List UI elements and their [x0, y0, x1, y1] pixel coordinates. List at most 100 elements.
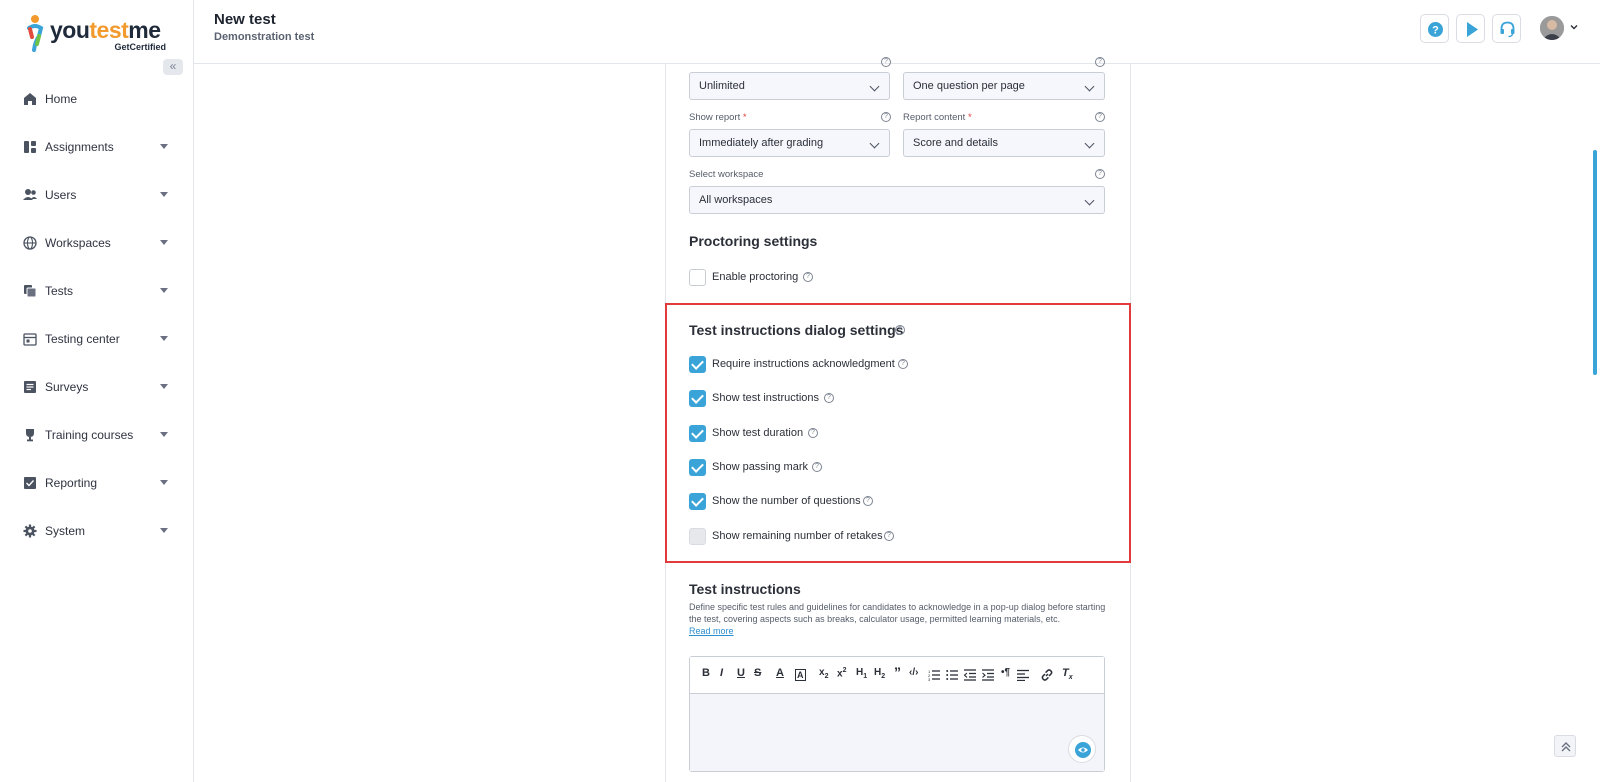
help-tooltip-icon[interactable]: ?	[824, 393, 834, 403]
rich-text-editor[interactable]: B I U S A A x2 x2 H1 H2 ” ‹/› 123 •¶ Tx	[689, 656, 1105, 772]
start-test-button[interactable]	[1456, 14, 1485, 43]
report-content-select[interactable]: Score and details	[903, 129, 1105, 157]
sidebar-item-users[interactable]: Users	[0, 171, 194, 219]
home-icon	[24, 93, 36, 105]
top-right-select[interactable]: One question per page	[903, 72, 1105, 100]
show-test-duration-checkbox[interactable]	[689, 425, 706, 442]
underline-icon[interactable]: U	[737, 667, 745, 679]
indent-icon[interactable]	[982, 669, 994, 681]
heading2-icon[interactable]: H2	[874, 667, 885, 680]
show-passing-mark-checkbox[interactable]	[689, 459, 706, 476]
sidebar-item-reporting[interactable]: Reporting	[0, 459, 194, 507]
editor-content-area[interactable]	[690, 694, 1104, 771]
require-acknowledgment-label: Require instructions acknowledgment	[712, 358, 895, 370]
chevron-down-icon	[160, 288, 168, 293]
play-icon	[1467, 22, 1478, 37]
link-icon[interactable]	[1040, 668, 1054, 682]
chevron-down-icon	[160, 192, 168, 197]
align-left-icon[interactable]	[1017, 669, 1029, 681]
show-test-instructions-checkbox[interactable]	[689, 390, 706, 407]
help-tooltip-icon[interactable]: ?	[1095, 57, 1105, 67]
subscript-icon[interactable]: x2	[819, 667, 828, 680]
ordered-list-icon[interactable]: 123	[928, 669, 940, 681]
sidebar-item-label: System	[45, 524, 86, 538]
help-tooltip-icon[interactable]: ?	[812, 462, 822, 472]
show-passing-mark-label: Show passing mark	[712, 461, 808, 473]
sidebar-item-surveys[interactable]: Surveys	[0, 363, 194, 411]
sidebar-item-workspaces[interactable]: Workspaces	[0, 219, 194, 267]
text-direction-icon[interactable]: •¶	[1001, 667, 1010, 678]
read-more-link[interactable]: Read more	[689, 626, 734, 636]
top-left-select[interactable]: Unlimited	[689, 72, 890, 100]
code-icon[interactable]: ‹/›	[909, 667, 918, 678]
sidebar-item-assignments[interactable]: Assignments	[0, 123, 194, 171]
page-scrollbar[interactable]	[1593, 150, 1597, 375]
font-color-icon[interactable]: A	[776, 667, 784, 679]
superscript-icon[interactable]: x2	[837, 667, 846, 679]
calendar-icon	[23, 333, 37, 346]
highlight-color-icon[interactable]: A	[795, 669, 806, 681]
sidebar-item-system[interactable]: System	[0, 507, 194, 555]
chevron-down-icon	[1084, 81, 1095, 92]
preview-button[interactable]	[1068, 735, 1096, 763]
chevron-down-icon	[1084, 138, 1095, 149]
editor-toolbar: B I U S A A x2 x2 H1 H2 ” ‹/› 123 •¶ Tx	[690, 657, 1104, 694]
show-number-of-questions-checkbox[interactable]	[689, 493, 706, 510]
test-instructions-description: Define specific test rules and guideline…	[689, 602, 1106, 624]
require-acknowledgment-checkbox[interactable]	[689, 356, 706, 373]
sidebar-item-training-courses[interactable]: Training courses	[0, 411, 194, 459]
sidebar: youtestme GetCertified « Home Assignment…	[0, 0, 194, 782]
heading1-icon[interactable]: H1	[856, 667, 867, 680]
page-title: New test	[214, 11, 276, 28]
logo-mark-icon	[27, 15, 44, 52]
sidebar-item-label: Users	[45, 188, 77, 202]
avatar[interactable]	[1540, 16, 1564, 40]
help-tooltip-icon[interactable]: ?	[808, 428, 818, 438]
workspace-select[interactable]: All workspaces	[689, 186, 1105, 214]
svg-text:?: ?	[1432, 25, 1439, 37]
show-remaining-retakes-checkbox[interactable]	[689, 528, 706, 545]
bold-icon[interactable]: B	[702, 667, 710, 679]
support-button[interactable]	[1492, 14, 1521, 43]
surveys-icon	[24, 381, 36, 393]
blockquote-icon[interactable]: ”	[894, 664, 901, 680]
bullet-list-icon[interactable]	[946, 669, 958, 681]
help-tooltip-icon[interactable]: ?	[803, 272, 813, 282]
help-tooltip-icon[interactable]: ?	[863, 496, 873, 506]
show-report-select[interactable]: Immediately after grading	[689, 129, 890, 157]
collapse-sidebar-button[interactable]: «	[163, 59, 183, 75]
youtestme-logo[interactable]: youtestme GetCertified	[24, 12, 174, 54]
sidebar-item-testing-center[interactable]: Testing center	[0, 315, 194, 363]
show-report-label: Show report *	[689, 112, 747, 123]
outdent-icon[interactable]	[964, 669, 976, 681]
enable-proctoring-label: Enable proctoring	[712, 271, 799, 283]
help-button[interactable]: ?	[1420, 14, 1449, 43]
chevron-down-icon	[160, 144, 168, 149]
show-test-instructions-label: Show test instructions	[712, 392, 819, 404]
reporting-icon	[24, 477, 36, 489]
sidebar-item-home[interactable]: Home	[0, 75, 194, 123]
scroll-to-top-button[interactable]	[1554, 735, 1576, 757]
trophy-icon	[26, 429, 34, 442]
sidebar-item-tests[interactable]: Tests	[0, 267, 194, 315]
top-header: New test Demonstration test ?	[194, 0, 1600, 64]
clear-formatting-icon[interactable]: Tx	[1062, 667, 1073, 681]
svg-text:3: 3	[928, 677, 931, 681]
strikethrough-icon[interactable]: S	[754, 667, 761, 679]
help-tooltip-icon[interactable]: ?	[881, 57, 891, 67]
help-tooltip-icon[interactable]: ?	[1095, 169, 1105, 179]
italic-icon[interactable]: I	[720, 667, 723, 679]
select-value: One question per page	[913, 80, 1025, 92]
headset-icon	[1500, 21, 1515, 38]
chevron-down-icon	[160, 240, 168, 245]
chevron-down-icon[interactable]	[1570, 23, 1578, 31]
help-tooltip-icon[interactable]: ?	[898, 359, 908, 369]
sidebar-item-label: Reporting	[45, 476, 98, 490]
help-tooltip-icon[interactable]: ?	[1095, 112, 1105, 122]
help-tooltip-icon[interactable]: ?	[881, 112, 891, 122]
help-tooltip-icon[interactable]: ?	[884, 531, 894, 541]
show-remaining-retakes-label: Show remaining number of retakes	[712, 530, 883, 542]
enable-proctoring-checkbox[interactable]	[689, 269, 706, 286]
show-test-duration-label: Show test duration	[712, 427, 804, 439]
help-tooltip-icon[interactable]: ?	[895, 325, 905, 335]
